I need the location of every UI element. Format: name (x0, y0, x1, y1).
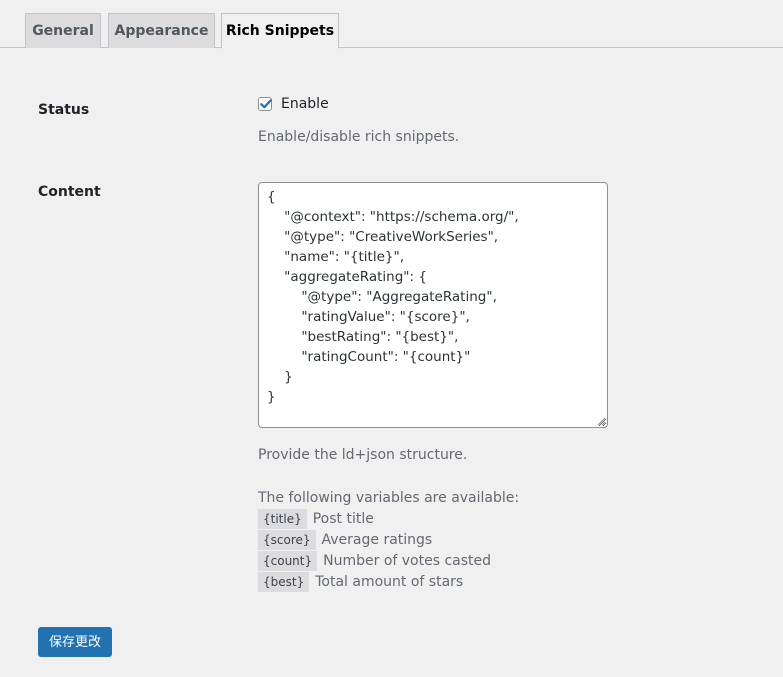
variable-code: {best} (258, 571, 310, 592)
variables-intro: The following variables are available: (258, 490, 520, 506)
content-label: Content (38, 184, 101, 200)
resize-grip-icon[interactable] (597, 417, 606, 426)
enable-checkbox-control[interactable]: Enable (258, 96, 329, 112)
status-label: Status (38, 102, 90, 118)
checkmark-icon (260, 99, 272, 109)
variable-code: {score} (258, 529, 316, 550)
variable-description: Total amount of stars (315, 573, 464, 590)
status-description: Enable/disable rich snippets. (258, 129, 460, 145)
tab-appearance[interactable]: Appearance (108, 13, 215, 48)
variable-code: {count} (258, 550, 318, 571)
variables-list: The following variables are available: {… (258, 488, 519, 592)
variable-item: {count} Number of votes casted (258, 550, 519, 571)
variable-item: {score} Average ratings (258, 529, 519, 550)
save-changes-button[interactable]: 保存更改 (38, 627, 112, 657)
variable-description: Post title (312, 510, 374, 527)
settings-tabs: General Appearance Rich Snippets (0, 0, 783, 49)
tab-rich-snippets[interactable]: Rich Snippets (221, 13, 339, 49)
variable-description: Average ratings (321, 531, 433, 548)
enable-checkbox-label: Enable (281, 96, 329, 112)
content-textarea[interactable]: { "@context": "https://schema.org/", "@t… (258, 182, 608, 428)
content-description: Provide the ld+json structure. (258, 447, 468, 463)
tab-general[interactable]: General (25, 13, 101, 48)
variable-item: {best} Total amount of stars (258, 571, 519, 592)
variable-code: {title} (258, 508, 307, 529)
variable-item: {title} Post title (258, 508, 519, 529)
variable-description: Number of votes casted (323, 552, 492, 569)
enable-checkbox[interactable] (258, 97, 272, 111)
